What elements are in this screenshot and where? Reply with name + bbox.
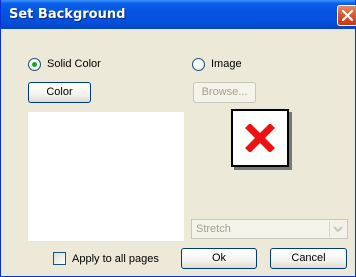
apply-to-all-pages-label[interactable]: Apply to all pages bbox=[72, 253, 159, 265]
color-button[interactable]: Color bbox=[28, 82, 91, 103]
color-swatch-preview bbox=[28, 112, 184, 241]
solid-color-radio[interactable] bbox=[28, 58, 41, 71]
cancel-button[interactable]: Cancel bbox=[270, 248, 347, 269]
stretch-select-arrow[interactable] bbox=[329, 221, 346, 237]
solid-color-label[interactable]: Solid Color bbox=[47, 58, 101, 70]
close-icon bbox=[342, 10, 353, 21]
stretch-select-value: Stretch bbox=[196, 223, 231, 235]
set-background-dialog: Set Background Solid Color Image Color B… bbox=[0, 0, 356, 277]
close-button[interactable] bbox=[337, 5, 356, 26]
image-label[interactable]: Image bbox=[211, 58, 242, 70]
chevron-down-icon bbox=[333, 226, 343, 233]
image-radio[interactable] bbox=[192, 58, 205, 71]
browse-button[interactable]: Browse... bbox=[193, 82, 256, 103]
stretch-select[interactable]: Stretch bbox=[191, 219, 348, 239]
title-bar[interactable]: Set Background bbox=[1, 0, 356, 29]
radio-selected-dot bbox=[32, 62, 37, 67]
image-preview bbox=[231, 109, 289, 167]
broken-image-x-icon bbox=[245, 124, 275, 152]
dialog-title: Set Background bbox=[9, 7, 126, 22]
apply-to-all-pages-checkbox[interactable] bbox=[53, 252, 66, 265]
ok-button[interactable]: Ok bbox=[181, 248, 257, 269]
